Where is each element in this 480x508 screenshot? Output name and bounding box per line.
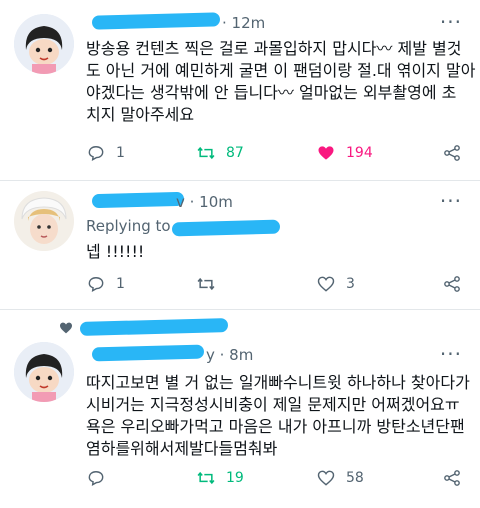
reply-bubble-icon [88,471,104,486]
reply-button[interactable]: 1 [86,274,125,294]
tweet-1[interactable]: · 12m ··· 방송용 컨텐츠 찍은 걸로 과몰입하지 맙시다〰 제발 별것… [0,0,480,180]
tweet-time: · 12m [222,14,266,32]
avatar-image [14,14,74,74]
share-icon [444,276,460,292]
avatar-image [14,342,74,402]
tweet-text: 넵 !!!!!! [86,242,145,261]
tweet-text: 방송용 컨텐츠 찍은 걸로 과몰입하지 맙시다〰 제발 별것 도 아닌 거에 예… [86,39,476,124]
more-dots-icon[interactable]: ··· [440,189,462,213]
redacted-username [91,12,221,30]
reply-button[interactable]: 1 [86,143,125,163]
redacted-liked-by [79,318,229,336]
liked-heart-icon [60,322,72,334]
avatar[interactable] [14,191,74,251]
reply-bubble-icon [88,146,104,161]
tweet-2[interactable]: v · 10m ··· Replying to 넵 !!!!!! 1 3 [0,181,480,309]
retweet-icon [197,146,215,160]
retweet-icon [197,471,215,485]
share-button[interactable] [442,468,472,488]
share-button[interactable] [442,274,472,294]
share-button[interactable] [442,143,472,163]
tweet-actions: 19 58 [86,468,466,492]
heart-icon [318,146,334,160]
reply-bubble-icon [88,277,104,292]
redacted-mention [171,219,281,237]
reply-count: 1 [116,145,125,161]
like-button[interactable]: 3 [316,274,355,294]
tweet-time: v · 10m [176,193,233,211]
retweet-button[interactable]: 19 [196,468,244,488]
heart-icon [317,276,335,292]
redacted-username [91,191,185,209]
like-count: 3 [346,276,355,292]
retweet-button[interactable] [196,274,226,294]
more-dots-icon[interactable]: ··· [440,342,462,366]
avatar-image [14,191,74,251]
replying-to-label: Replying to [86,217,171,235]
reply-count: 1 [116,276,125,292]
tweet-3[interactable]: y · 8m ··· 따지고보면 별 거 없는 일개빠수니트윗 하나하나 찾아다… [0,310,480,508]
like-count: 194 [346,145,373,161]
avatar[interactable] [14,342,74,402]
more-dots-icon[interactable]: ··· [440,10,462,34]
tweet-actions: 1 3 [86,274,466,298]
retweet-count: 87 [226,145,244,161]
avatar[interactable] [14,14,74,74]
reply-button[interactable] [86,468,116,488]
share-icon [444,145,460,161]
tweet-time: y · 8m [206,346,254,364]
retweet-icon [197,277,215,291]
like-button[interactable]: 194 [316,143,373,163]
redacted-username [91,344,205,362]
retweet-count: 19 [226,470,244,486]
retweet-button[interactable]: 87 [196,143,244,163]
tweet-text: 따지고보면 별 거 없는 일개빠수니트윗 하나하나 찾아다가 시비거는 지극정성… [86,373,470,458]
like-count: 58 [346,470,364,486]
share-icon [444,470,460,486]
tweet-actions: 1 87 194 [86,143,466,167]
like-button[interactable]: 58 [316,468,364,488]
heart-icon [317,470,335,486]
